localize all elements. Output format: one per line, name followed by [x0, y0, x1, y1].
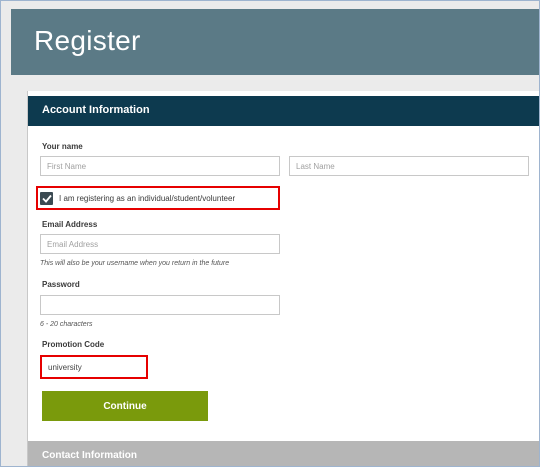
page-frame: Register Account Information Your name I…: [0, 0, 540, 467]
promo-highlight-box: [40, 355, 148, 379]
registration-form: Account Information Your name I am regis…: [27, 91, 539, 466]
email-input[interactable]: [40, 234, 280, 254]
password-hint: 6 - 20 characters: [40, 321, 93, 328]
account-section-title: Account Information: [42, 104, 150, 116]
continue-button[interactable]: Continue: [42, 391, 208, 421]
page-title: Register: [34, 25, 141, 56]
password-label: Password: [42, 280, 80, 289]
promotion-code-label: Promotion Code: [42, 340, 105, 349]
password-input[interactable]: [40, 295, 280, 315]
first-name-input[interactable]: [40, 156, 280, 176]
contact-section-header[interactable]: Contact Information: [28, 441, 539, 466]
page-header: Register: [11, 9, 539, 75]
your-name-label: Your name: [42, 142, 83, 151]
email-label: Email Address: [42, 220, 98, 229]
contact-section-title: Contact Information: [42, 450, 137, 461]
checkbox-highlight-box: [36, 186, 280, 210]
email-hint: This will also be your username when you…: [40, 260, 230, 267]
account-section-header[interactable]: Account Information: [28, 96, 539, 126]
last-name-input[interactable]: [289, 156, 529, 176]
